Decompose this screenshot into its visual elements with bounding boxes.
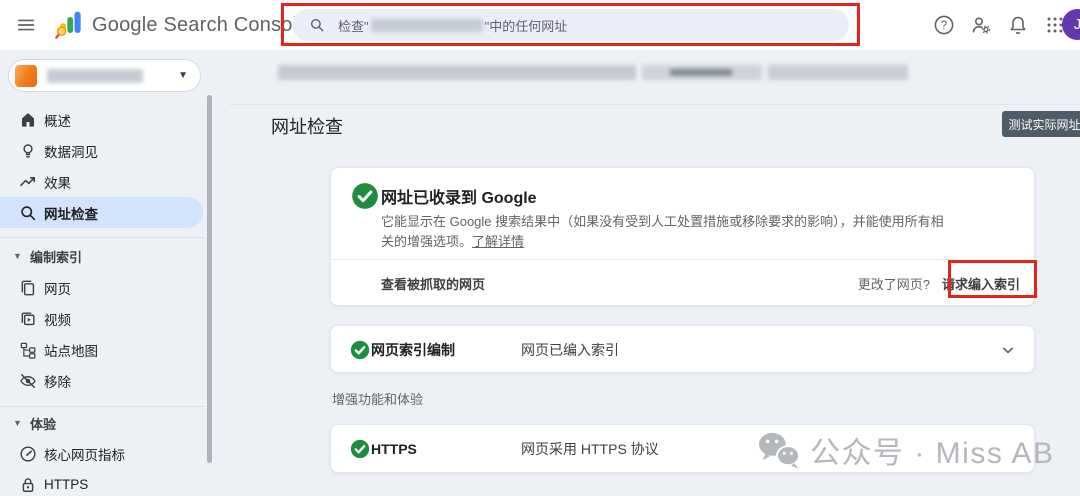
dropdown-caret-icon: ▼	[178, 70, 188, 81]
top-app-bar: Google Search Console 检查" "中的任何网址 ?	[0, 0, 1080, 50]
success-check-icon	[350, 340, 370, 360]
lightbulb-icon	[18, 141, 38, 161]
https-card[interactable]: HTTPS 网页采用 HTTPS 协议	[330, 424, 1035, 473]
lock-icon	[18, 475, 38, 495]
hamburger-menu-icon[interactable]	[12, 11, 40, 39]
sidebar-scrollbar[interactable]	[207, 95, 212, 463]
caret-down-icon: ▼	[13, 251, 22, 261]
caret-down-icon: ▼	[13, 418, 22, 428]
redacted-property-name	[371, 19, 483, 32]
sidebar-item-insights[interactable]: 数据洞见	[0, 135, 203, 166]
sidebar-section-indexing[interactable]: ▼ 编制索引	[0, 242, 203, 270]
help-icon[interactable]: ?	[932, 13, 956, 37]
search-console-logo-icon	[54, 9, 86, 46]
speedometer-icon	[18, 444, 38, 464]
changed-page-label: 更改了网页?	[858, 274, 930, 293]
sidebar-divider	[0, 406, 205, 407]
result-title: 网址已收录到 Google	[381, 184, 537, 208]
sidebar-item-https[interactable]: HTTPS	[0, 469, 203, 496]
redacted-inspected-url	[278, 65, 908, 80]
sidebar-item-performance[interactable]: 效果	[0, 166, 203, 197]
google-search-console-window: Google Search Console 检查" "中的任何网址 ?	[0, 0, 1080, 496]
app-title: Google Search Console	[92, 0, 309, 50]
video-pages-icon	[18, 309, 38, 329]
sitemap-tree-icon	[18, 340, 38, 360]
property-favicon	[15, 65, 37, 87]
pages-copy-icon	[18, 278, 38, 298]
sidebar-item-videos[interactable]: 视频	[0, 303, 203, 334]
header-divider	[230, 104, 1080, 105]
sidebar-item-url-inspection[interactable]: 网址检查	[0, 197, 203, 228]
notifications-bell-icon[interactable]	[1006, 13, 1030, 37]
sidebar-item-sitemaps[interactable]: 站点地图	[0, 334, 203, 365]
trending-up-icon	[18, 172, 38, 192]
page-title: 网址检查	[271, 113, 343, 139]
sidebar-item-removals[interactable]: 移除	[0, 365, 203, 396]
sidebar-item-pages[interactable]: 网页	[0, 272, 203, 303]
user-settings-icon[interactable]	[969, 13, 993, 37]
request-indexing-button[interactable]: 请求编入索引	[942, 274, 1020, 293]
card-title: HTTPS	[371, 425, 417, 473]
search-icon	[18, 203, 38, 223]
sidebar-item-overview[interactable]: 概述	[0, 104, 203, 135]
search-icon	[308, 16, 326, 34]
card-status: 网页已编入索引	[521, 326, 619, 374]
card-divider	[331, 259, 1034, 260]
url-is-on-google-card: 网址已收录到 Google 它能显示在 Google 搜索结果中（如果没有受到人…	[330, 167, 1035, 306]
learn-more-link[interactable]: 了解详情	[472, 234, 524, 249]
eye-off-icon	[18, 371, 38, 391]
search-placeholder: 检查" "中的任何网址	[338, 16, 567, 35]
url-inspection-search-input[interactable]: 检查" "中的任何网址	[292, 9, 849, 41]
success-check-icon	[351, 182, 379, 210]
sidebar-item-core-web-vitals[interactable]: 核心网页指标	[0, 438, 203, 469]
property-selector[interactable]: ▼	[8, 59, 201, 92]
success-check-icon	[350, 439, 370, 459]
card-status: 网页采用 HTTPS 协议	[521, 425, 659, 473]
home-icon	[18, 110, 38, 130]
sidebar-section-experience[interactable]: ▼ 体验	[0, 409, 203, 437]
enhancements-section-label: 增强功能和体验	[332, 389, 423, 408]
test-live-url-button[interactable]: 测试实际网址	[1002, 111, 1080, 137]
chevron-down-icon[interactable]	[998, 340, 1018, 360]
card-title: 网页索引编制	[371, 326, 455, 374]
view-crawled-page-link[interactable]: 查看被抓取的网页	[381, 274, 485, 293]
page-indexing-card[interactable]: 网页索引编制 网页已编入索引	[330, 325, 1035, 373]
svg-text:?: ?	[941, 20, 947, 32]
redacted-property-title	[47, 69, 143, 83]
sidebar-divider	[0, 237, 205, 238]
topbar-actions: ?	[932, 0, 1080, 50]
result-description: 它能显示在 Google 搜索结果中（如果没有受到人工处置措施或移除要求的影响）…	[381, 212, 956, 252]
